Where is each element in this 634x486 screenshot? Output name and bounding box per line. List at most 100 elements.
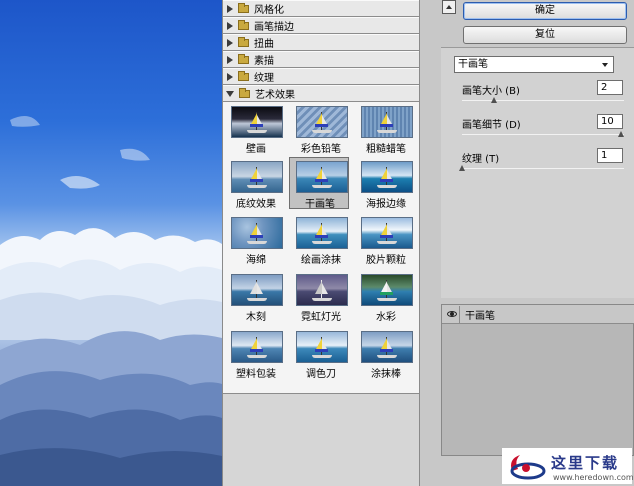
filter-thumbnail <box>361 331 413 363</box>
brush-size-input[interactable]: 2 <box>597 80 623 95</box>
filter-rough-pastels[interactable]: 粗糙蜡笔 <box>356 104 416 156</box>
filter-thumbnail <box>231 161 283 193</box>
filter-sponge[interactable]: 海绵 <box>226 215 286 267</box>
filter-thumbnail <box>231 106 283 138</box>
filter-paint-daubs[interactable]: 绘画涂抹 <box>291 215 351 267</box>
filter-thumbnail <box>296 161 348 193</box>
effect-layer-row[interactable]: 干画笔 <box>442 305 634 324</box>
filter-label: 壁画 <box>246 144 266 155</box>
watermark-name: 这里下载 <box>551 454 620 472</box>
filter-thumbnail <box>296 331 348 363</box>
category-label: 艺术效果 <box>255 90 295 101</box>
filter-neon-glow[interactable]: 霓虹灯光 <box>291 272 351 324</box>
brush-detail-input[interactable]: 10 <box>597 114 623 129</box>
category-label: 纹理 <box>254 73 274 84</box>
filter-gallery: 风格化 画笔描边 扭曲 素描 纹理 艺术效果 壁画 彩色铅笔 粗糙蜡笔 底纹效果… <box>222 0 420 486</box>
texture-label: 纹理 (T) <box>462 154 500 165</box>
category-label: 风格化 <box>254 5 284 16</box>
filter-thumbnail <box>361 161 413 193</box>
image-preview <box>0 0 222 486</box>
filter-select[interactable]: 干画笔 <box>454 56 614 73</box>
texture-slider-handle[interactable] <box>459 165 465 171</box>
watermark-logo <box>510 455 546 480</box>
filter-palette-knife[interactable]: 调色刀 <box>291 329 351 381</box>
filter-cutout[interactable]: 木刻 <box>226 272 286 324</box>
filter-smudge-stick[interactable]: 涂抹棒 <box>356 329 416 381</box>
filter-select-value: 干画笔 <box>458 59 488 70</box>
preview-landscape-image <box>0 116 222 486</box>
filter-poster-edges[interactable]: 海报边缘 <box>356 159 416 211</box>
filter-thumbnail <box>296 106 348 138</box>
filter-label: 粗糙蜡笔 <box>366 144 406 155</box>
filter-thumbnail <box>231 331 283 363</box>
filter-underpainting[interactable]: 底纹效果 <box>226 159 286 211</box>
artistic-filter-grid: 壁画 彩色铅笔 粗糙蜡笔 底纹效果 干画笔 海报边缘 海绵 绘画涂抹 胶片颗粒 … <box>223 102 420 394</box>
filter-label: 干画笔 <box>305 199 335 210</box>
expand-arrow-icon <box>227 38 233 47</box>
filter-plastic-wrap[interactable]: 塑料包装 <box>226 329 286 381</box>
folder-icon <box>238 2 249 13</box>
effect-layers-panel <box>441 304 634 456</box>
category-label: 素描 <box>254 56 274 67</box>
filter-thumbnail <box>231 274 283 306</box>
category-label: 画笔描边 <box>254 22 294 33</box>
texture-input[interactable]: 1 <box>597 148 623 163</box>
collapse-gallery-button[interactable] <box>442 0 456 14</box>
visibility-toggle[interactable] <box>444 305 460 323</box>
folder-icon <box>238 53 249 64</box>
texture-slider[interactable] <box>462 168 624 169</box>
category-label: 扭曲 <box>254 39 274 50</box>
collapse-arrow-icon <box>226 90 234 97</box>
brush-detail-slider-handle[interactable] <box>618 131 624 137</box>
filter-label: 海报边缘 <box>366 199 406 210</box>
eye-icon <box>446 311 457 317</box>
filter-label: 海绵 <box>246 255 266 266</box>
brush-detail-slider[interactable] <box>462 134 624 135</box>
category-brush-strokes[interactable]: 画笔描边 <box>223 17 420 34</box>
filter-thumbnail <box>296 217 348 249</box>
folder-icon <box>238 36 249 47</box>
category-texture[interactable]: 纹理 <box>223 68 420 85</box>
filter-dry-brush[interactable]: 干画笔 <box>289 157 349 210</box>
ok-button[interactable]: 确定 <box>463 2 627 20</box>
watermark-url: www.heredown.com <box>553 473 634 482</box>
filter-thumbnail <box>296 274 348 306</box>
filter-label: 塑料包装 <box>236 369 276 380</box>
category-distort[interactable]: 扭曲 <box>223 34 420 51</box>
filter-label: 调色刀 <box>306 369 336 380</box>
brush-size-slider[interactable] <box>462 100 624 101</box>
expand-arrow-icon <box>227 72 233 81</box>
panel-divider[interactable] <box>419 0 433 486</box>
category-stylize[interactable]: 风格化 <box>223 0 420 17</box>
filter-thumbnail <box>361 106 413 138</box>
filter-label: 底纹效果 <box>236 199 276 210</box>
brush-detail-label: 画笔细节 (D) <box>462 120 521 131</box>
filter-label: 绘画涂抹 <box>301 255 341 266</box>
chevron-up-icon <box>446 5 452 9</box>
category-artistic[interactable]: 艺术效果 <box>223 85 420 102</box>
filter-colored-pencil[interactable]: 彩色铅笔 <box>291 104 351 156</box>
brush-size-slider-handle[interactable] <box>490 97 497 103</box>
filter-thumbnail <box>231 217 283 249</box>
chevron-down-icon <box>602 63 608 67</box>
category-sketch[interactable]: 素描 <box>223 51 420 68</box>
filter-thumbnail <box>361 274 413 306</box>
filter-label: 水彩 <box>376 312 396 323</box>
brush-size-label: 画笔大小 (B) <box>462 86 520 97</box>
filter-label: 胶片颗粒 <box>366 255 406 266</box>
expand-arrow-icon <box>227 21 233 30</box>
expand-arrow-icon <box>227 55 233 64</box>
filter-thumbnail <box>361 217 413 249</box>
folder-icon <box>238 19 249 30</box>
filter-label: 涂抹棒 <box>371 369 401 380</box>
filter-label: 霓虹灯光 <box>301 312 341 323</box>
expand-arrow-icon <box>227 4 233 13</box>
folder-open-icon <box>239 87 250 98</box>
filter-film-grain[interactable]: 胶片颗粒 <box>356 215 416 267</box>
filter-watercolor[interactable]: 水彩 <box>356 272 416 324</box>
folder-icon <box>238 70 249 81</box>
filter-label: 木刻 <box>246 312 266 323</box>
reset-button[interactable]: 复位 <box>463 26 627 44</box>
filter-fresco[interactable]: 壁画 <box>226 104 286 156</box>
effect-layer-label: 干画笔 <box>465 310 495 322</box>
